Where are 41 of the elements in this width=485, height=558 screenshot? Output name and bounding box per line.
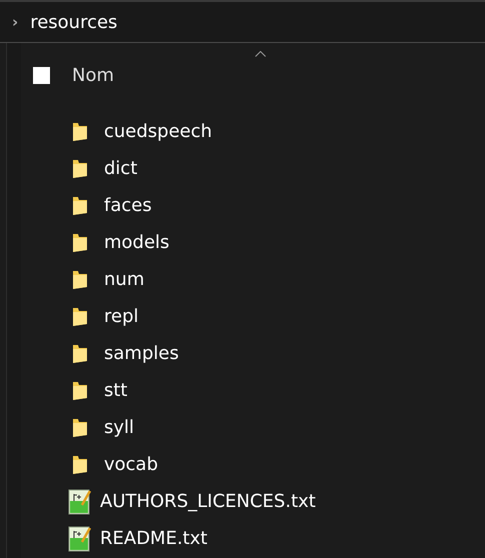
file-list-item[interactable]: README.txt xyxy=(21,520,485,557)
folder-icon xyxy=(72,344,88,364)
file-name: AUTHORS_LICENCES.txt xyxy=(100,491,316,512)
text-file-icon xyxy=(68,526,92,552)
text-file-icon xyxy=(68,488,92,514)
file-list-item[interactable]: cuedspeech xyxy=(21,113,485,150)
file-name: faces xyxy=(104,195,152,216)
folder-icon xyxy=(72,380,88,400)
folder-icon xyxy=(72,270,88,290)
file-list-item[interactable]: faces xyxy=(21,187,485,224)
folder-icon xyxy=(72,158,88,178)
sort-caret-icon xyxy=(255,51,266,57)
folder-icon xyxy=(72,454,88,474)
file-name: repl xyxy=(104,306,139,327)
folder-icon xyxy=(72,122,88,142)
file-list-item[interactable]: dict xyxy=(21,150,485,187)
folder-icon xyxy=(72,196,88,216)
file-name: vocab xyxy=(104,454,158,475)
breadcrumb-folder[interactable]: resources xyxy=(30,12,118,32)
file-name: cuedspeech xyxy=(104,121,212,142)
folder-icon xyxy=(72,232,88,252)
file-list-item[interactable]: num xyxy=(21,261,485,298)
file-name: syll xyxy=(104,417,134,438)
file-list-item[interactable]: repl xyxy=(21,298,485,335)
file-name: num xyxy=(104,269,144,290)
file-list-item[interactable]: stt xyxy=(21,372,485,409)
file-name: samples xyxy=(104,343,179,364)
file-list-item[interactable]: AUTHORS_LICENCES.txt xyxy=(21,483,485,520)
file-list-item[interactable]: models xyxy=(21,224,485,261)
breadcrumb-chevron[interactable]: › xyxy=(12,13,18,31)
file-name: stt xyxy=(104,380,128,401)
file-list-item[interactable]: syll xyxy=(21,409,485,446)
file-name: dict xyxy=(104,158,138,179)
file-name: models xyxy=(104,232,170,253)
folder-icon xyxy=(72,418,88,438)
select-all-checkbox[interactable] xyxy=(33,66,50,84)
folder-icon xyxy=(72,306,88,326)
file-list-item[interactable]: vocab xyxy=(21,446,485,483)
file-list-item[interactable]: samples xyxy=(21,335,485,372)
name-column-header[interactable]: Nom xyxy=(72,64,114,86)
file-name: README.txt xyxy=(100,528,208,549)
